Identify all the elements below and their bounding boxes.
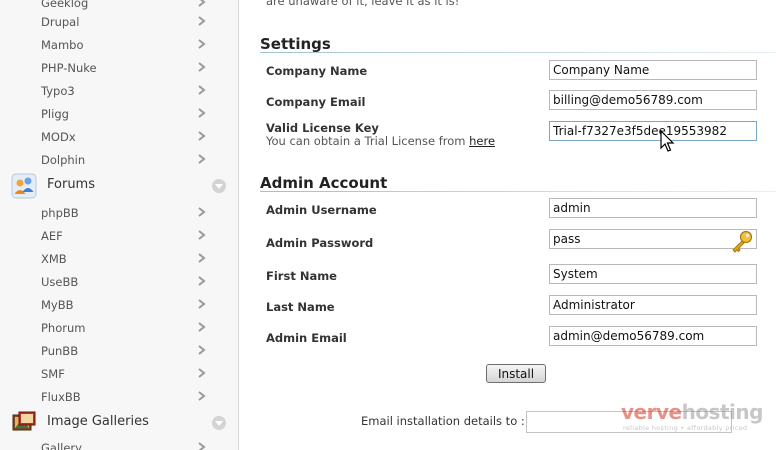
forums-icon bbox=[11, 173, 37, 199]
sidebar-item-label: Dolphin bbox=[41, 153, 86, 167]
license-hint: You can obtain a Trial License from here bbox=[266, 134, 495, 148]
chevron-right-icon bbox=[198, 85, 206, 95]
logo-wordmark: vervehosting bbox=[621, 400, 763, 424]
mouse-pointer-icon bbox=[660, 130, 675, 152]
sidebar-category-forums[interactable]: Forums bbox=[0, 171, 238, 201]
collapse-toggle-icon[interactable] bbox=[212, 179, 226, 193]
sidebar-item-modx[interactable]: MODx bbox=[0, 126, 238, 149]
sidebar-item-label: AEF bbox=[41, 229, 63, 243]
chevron-right-icon bbox=[198, 368, 206, 378]
field-label: Valid License Key bbox=[266, 121, 379, 135]
sidebar-item-label: Typo3 bbox=[41, 84, 75, 98]
field-label: Admin Password bbox=[266, 236, 374, 250]
field-label: Admin Email bbox=[266, 331, 347, 345]
last-name-input[interactable] bbox=[549, 295, 757, 315]
sidebar-item-punbb[interactable]: PunBB bbox=[0, 340, 238, 363]
field-label: First Name bbox=[266, 269, 337, 283]
field-label: Company Email bbox=[266, 95, 366, 109]
vervehosting-logo: vervehosting reliable hosting • affordab… bbox=[621, 400, 771, 436]
sidebar-item-fluxbb[interactable]: FluxBB bbox=[0, 386, 238, 409]
admin-username-input[interactable] bbox=[549, 198, 757, 218]
chevron-right-icon bbox=[198, 253, 206, 263]
section-divider bbox=[260, 191, 776, 192]
chevron-right-icon bbox=[198, 0, 206, 7]
field-label: Admin Username bbox=[266, 203, 377, 217]
sidebar-item-pligg[interactable]: Pligg bbox=[0, 103, 238, 126]
field-label: Last Name bbox=[266, 300, 335, 314]
chevron-right-icon bbox=[198, 39, 206, 49]
sidebar-item-label: Mambo bbox=[41, 38, 84, 52]
sidebar-item-label: MODx bbox=[41, 130, 76, 144]
logo-tagline: reliable hosting • affordably priced bbox=[623, 424, 748, 432]
sidebar-item-label: XMB bbox=[41, 252, 67, 266]
chevron-right-icon bbox=[198, 62, 206, 72]
sidebar-item-smf[interactable]: SMF bbox=[0, 363, 238, 386]
chevron-right-icon bbox=[198, 16, 206, 26]
first-name-input[interactable] bbox=[549, 264, 757, 284]
logo-brand-part1: verve bbox=[621, 400, 682, 424]
info-note: are unaware of it, leave it as it is! bbox=[266, 0, 460, 8]
logo-brand-part2: hosting bbox=[681, 400, 764, 424]
sidebar-item-gallery[interactable]: Gallery bbox=[0, 437, 238, 450]
sidebar-item-label: MyBB bbox=[41, 298, 74, 312]
sidebar-item-label: FluxBB bbox=[41, 390, 81, 404]
email-details-label: Email installation details to : bbox=[361, 414, 525, 428]
section-divider bbox=[260, 52, 776, 53]
sidebar-item-label: Pligg bbox=[41, 107, 69, 121]
sidebar-item-mambo[interactable]: Mambo bbox=[0, 34, 238, 57]
sidebar-item-phpbb[interactable]: phpBB bbox=[0, 202, 238, 225]
chevron-right-icon bbox=[198, 322, 206, 332]
sidebar-item-label: PHP-Nuke bbox=[41, 61, 97, 75]
chevron-right-icon bbox=[198, 345, 206, 355]
sidebar: Geeklog Drupal Mambo PHP-Nuke Typo3 Plig… bbox=[0, 0, 239, 450]
sidebar-item-label: Gallery bbox=[41, 441, 82, 450]
key-icon[interactable] bbox=[730, 229, 754, 253]
chevron-right-icon bbox=[198, 154, 206, 164]
sidebar-category-image-galleries[interactable]: Image Galleries bbox=[0, 408, 238, 438]
sidebar-item-xmb[interactable]: XMB bbox=[0, 248, 238, 271]
collapse-toggle-icon[interactable] bbox=[212, 416, 226, 430]
company-name-input[interactable] bbox=[549, 60, 757, 80]
sidebar-item-usebb[interactable]: UseBB bbox=[0, 271, 238, 294]
trial-license-link[interactable]: here bbox=[469, 134, 495, 148]
chevron-right-icon bbox=[198, 276, 206, 286]
install-form: are unaware of it, leave it as it is! Se… bbox=[239, 0, 776, 450]
chevron-right-icon bbox=[198, 230, 206, 240]
sidebar-item-phorum[interactable]: Phorum bbox=[0, 317, 238, 340]
sidebar-item-mybb[interactable]: MyBB bbox=[0, 294, 238, 317]
settings-heading: Settings bbox=[260, 35, 331, 53]
admin-password-input[interactable] bbox=[549, 229, 757, 249]
sidebar-item-aef[interactable]: AEF bbox=[0, 225, 238, 248]
chevron-right-icon bbox=[198, 442, 206, 450]
sidebar-item-label: UseBB bbox=[41, 275, 79, 289]
chevron-right-icon bbox=[198, 131, 206, 141]
admin-account-heading: Admin Account bbox=[260, 174, 388, 192]
sidebar-item-label: Phorum bbox=[41, 321, 86, 335]
admin-email-input[interactable] bbox=[549, 326, 757, 346]
sidebar-item-label: Geeklog bbox=[41, 0, 89, 10]
sidebar-item-typo3[interactable]: Typo3 bbox=[0, 80, 238, 103]
sidebar-item-label: phpBB bbox=[41, 206, 79, 220]
install-button[interactable]: Install bbox=[486, 364, 546, 383]
license-key-input[interactable] bbox=[549, 121, 757, 141]
sidebar-item-label: PunBB bbox=[41, 344, 79, 358]
company-email-input[interactable] bbox=[549, 90, 757, 110]
sidebar-category-label: Image Galleries bbox=[47, 414, 149, 429]
sidebar-item-dolphin[interactable]: Dolphin bbox=[0, 149, 238, 172]
sidebar-item-label: Drupal bbox=[41, 15, 80, 29]
sidebar-item-label: SMF bbox=[41, 367, 65, 381]
sidebar-item-drupal[interactable]: Drupal bbox=[0, 11, 238, 34]
image-galleries-icon bbox=[12, 411, 36, 431]
sidebar-category-label: Forums bbox=[47, 177, 95, 192]
field-label: Company Name bbox=[266, 64, 368, 78]
chevron-right-icon bbox=[198, 299, 206, 309]
chevron-right-icon bbox=[198, 108, 206, 118]
license-hint-text: You can obtain a Trial License from bbox=[266, 134, 466, 148]
chevron-right-icon bbox=[198, 391, 206, 401]
sidebar-item-php-nuke[interactable]: PHP-Nuke bbox=[0, 57, 238, 80]
chevron-right-icon bbox=[198, 207, 206, 217]
